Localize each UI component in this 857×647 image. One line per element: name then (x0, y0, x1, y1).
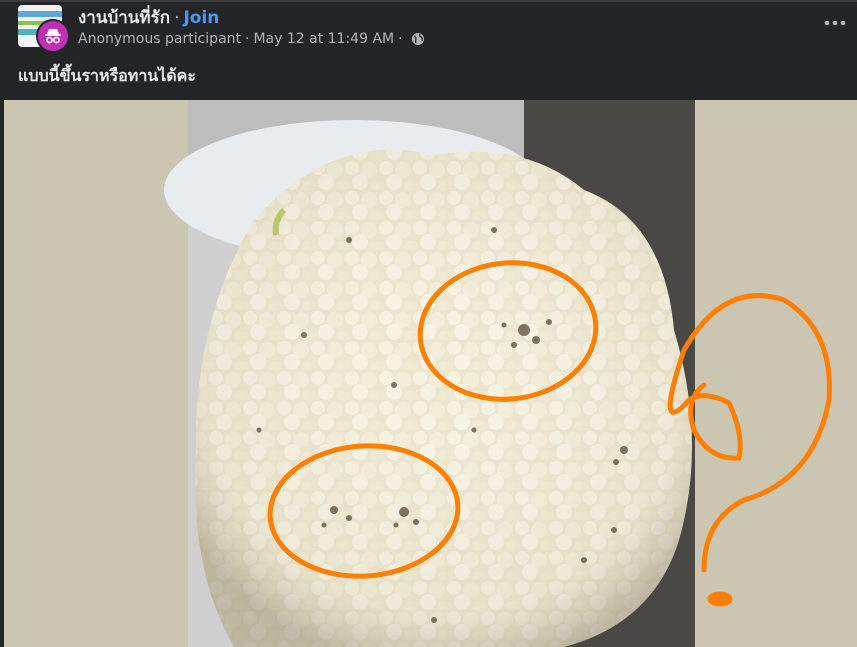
more-options-icon (824, 20, 846, 26)
globe-icon[interactable] (411, 32, 425, 46)
post-meta: Anonymous participant · May 12 at 11:49 … (78, 31, 425, 47)
cauliflower-photo (164, 100, 832, 647)
group-name-link[interactable]: งานบ้านที่รัก (78, 8, 170, 28)
group-avatar-stripe (18, 11, 62, 17)
post-header: งานบ้านที่รัก · Join (78, 4, 219, 28)
question-mark-dot (707, 591, 733, 607)
header-separator: · (174, 8, 180, 28)
top-divider (0, 0, 857, 2)
anonymous-avatar[interactable] (36, 19, 70, 53)
post-text: แบบนี้ขึ้นราหรือทานได้คะ (18, 66, 196, 85)
meta-separator: · (245, 31, 250, 47)
incognito-icon (45, 29, 61, 44)
meta-separator: · (398, 31, 403, 47)
post-timestamp[interactable]: May 12 at 11:49 AM (253, 31, 394, 47)
more-options-button[interactable] (820, 12, 850, 34)
author-name[interactable]: Anonymous participant (78, 31, 241, 47)
join-button[interactable]: Join (183, 8, 219, 28)
post-photo[interactable] (4, 100, 857, 647)
post-card: งานบ้านที่รัก · Join Anonymous participant… (0, 0, 857, 647)
